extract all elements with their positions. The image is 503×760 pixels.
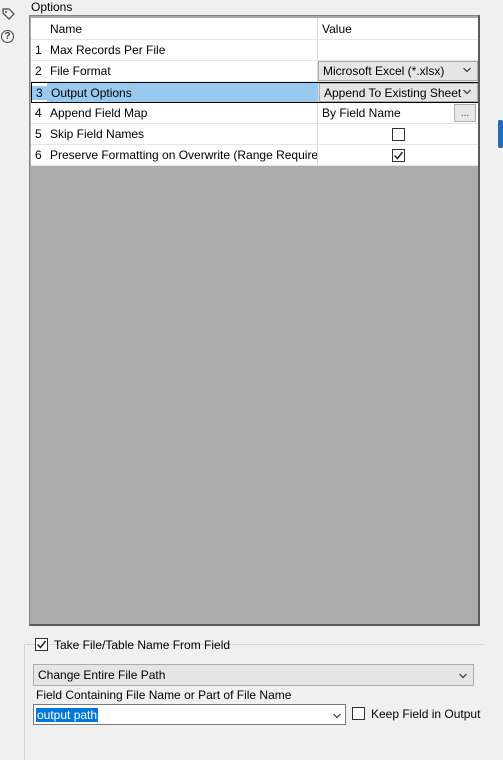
- file-format-cell: Microsoft Excel (*.xlsx): [318, 61, 478, 81]
- row-number: 5: [35, 127, 42, 141]
- row-name: Preserve Formatting on Overwrite (Range …: [46, 145, 318, 165]
- take-file-name-checkbox[interactable]: [35, 638, 48, 651]
- grid-row-preserve-formatting[interactable]: 6 Preserve Formatting on Overwrite (Rang…: [31, 145, 478, 166]
- left-rail: ?: [0, 0, 20, 760]
- check-icon: [393, 151, 404, 160]
- field-containing-label: Field Containing File Name or Part of Fi…: [36, 688, 292, 702]
- file-format-value: Microsoft Excel (*.xlsx): [323, 64, 445, 78]
- scroll-marker: [498, 120, 503, 148]
- row-number: 3: [32, 85, 47, 100]
- file-format-dropdown[interactable]: Microsoft Excel (*.xlsx): [318, 61, 478, 81]
- append-field-map-cell: By Field Name ...: [318, 103, 478, 123]
- output-options-dropdown[interactable]: Append To Existing Sheet: [319, 83, 478, 102]
- row-number: 1: [35, 43, 42, 57]
- options-label: Options: [31, 0, 73, 14]
- properties-grid-panel: Name Value 1 Max Records Per File 2 File…: [29, 15, 480, 626]
- row-number: 6: [35, 148, 42, 162]
- help-icon[interactable]: ?: [1, 30, 14, 43]
- skip-field-names-checkbox[interactable]: [392, 128, 405, 141]
- file-name-group-box: [24, 644, 484, 760]
- output-options-value: Append To Existing Sheet: [324, 85, 462, 100]
- chevron-down-icon: [463, 89, 471, 94]
- max-records-input[interactable]: [318, 40, 478, 60]
- row-name: Append Field Map: [46, 103, 318, 123]
- chevron-down-icon: [459, 673, 467, 679]
- grid-row-max-records[interactable]: 1 Max Records Per File: [31, 40, 478, 61]
- row-name: Max Records Per File: [46, 40, 318, 60]
- grid-row-output-options[interactable]: 3 Output Options Append To Existing Shee…: [31, 82, 478, 103]
- change-file-path-dropdown[interactable]: Change Entire File Path: [33, 664, 474, 686]
- output-options-cell: Append To Existing Sheet: [319, 83, 478, 102]
- chevron-down-icon: [463, 67, 471, 73]
- field-containing-dropdown[interactable]: output path: [33, 704, 346, 725]
- keep-field-checkbox[interactable]: [352, 707, 365, 720]
- row-name: File Format: [46, 61, 318, 81]
- preserve-formatting-checkbox[interactable]: [392, 149, 405, 162]
- preserve-formatting-cell: [318, 145, 478, 165]
- append-field-map-value: By Field Name: [322, 106, 401, 120]
- grid-header: Name Value: [31, 18, 478, 40]
- take-file-name-label[interactable]: Take File/Table Name From Field: [54, 638, 230, 652]
- grid-row-skip-field-names[interactable]: 5 Skip Field Names: [31, 124, 478, 145]
- tag-icon[interactable]: [1, 7, 16, 22]
- change-file-path-value: Change Entire File Path: [38, 668, 166, 682]
- skip-field-names-cell: [318, 124, 478, 144]
- row-number: 2: [35, 64, 42, 78]
- header-name: Name: [46, 18, 318, 39]
- grid-row-append-field-map[interactable]: 4 Append Field Map By Field Name ...: [31, 103, 478, 124]
- grid-row-file-format[interactable]: 2 File Format Microsoft Excel (*.xlsx): [31, 61, 478, 82]
- row-name: Skip Field Names: [46, 124, 318, 144]
- keep-field-label[interactable]: Keep Field in Output: [371, 707, 480, 721]
- header-value: Value: [322, 21, 352, 36]
- field-containing-value: output path: [36, 707, 99, 722]
- append-field-map-ellipsis-button[interactable]: ...: [454, 104, 476, 122]
- row-number: 4: [35, 106, 42, 120]
- row-name: Output Options: [47, 83, 319, 102]
- chevron-down-icon: [333, 713, 341, 719]
- check-icon: [36, 640, 47, 649]
- properties-grid: Name Value 1 Max Records Per File 2 File…: [31, 18, 478, 166]
